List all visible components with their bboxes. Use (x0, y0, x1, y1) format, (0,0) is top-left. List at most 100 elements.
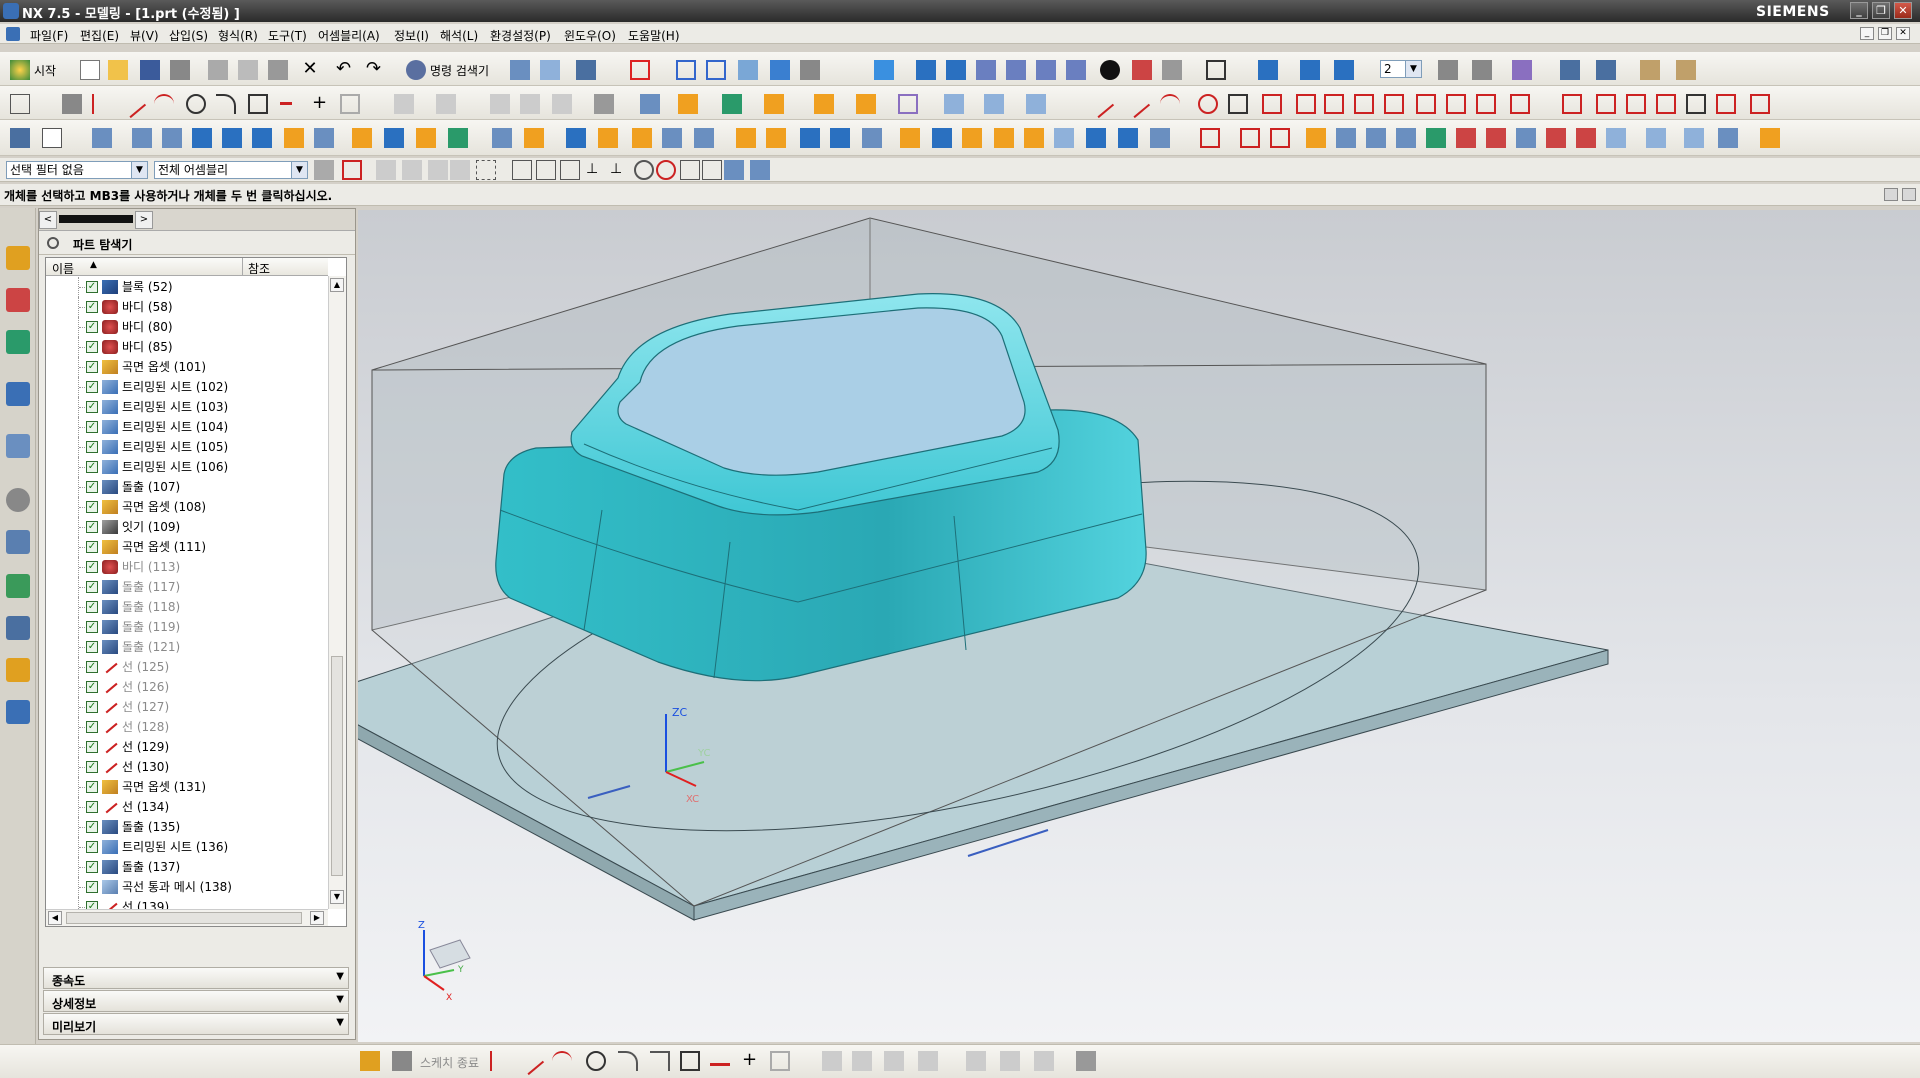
pocket-icon[interactable] (856, 94, 876, 114)
cue-expand-icon[interactable] (1902, 188, 1916, 201)
tree-row[interactable]: ✓ 선 (127) (46, 696, 328, 717)
visibility-checkbox[interactable]: ✓ (86, 361, 98, 373)
surface-through-curves-icon[interactable] (900, 128, 920, 148)
tree-row[interactable]: ✓ 바디 (85) (46, 337, 328, 357)
visibility-checkbox[interactable]: ✓ (86, 541, 98, 553)
visibility-checkbox[interactable]: ✓ (86, 401, 98, 413)
fillet-sketch-icon[interactable] (216, 94, 236, 114)
offset-curve-tool-icon[interactable] (1562, 94, 1582, 114)
arc-circle-icon[interactable] (1160, 94, 1180, 114)
edit-delete-face-icon[interactable] (1684, 128, 1704, 148)
pin-icon[interactable] (47, 237, 59, 249)
ellipse-icon[interactable] (1296, 94, 1316, 114)
tree-scroll-thumb[interactable] (331, 656, 343, 876)
feature-cone-icon[interactable] (252, 128, 272, 148)
surface-n-sided-icon[interactable] (994, 128, 1014, 148)
zoom-icon[interactable] (676, 60, 696, 80)
sketch-extend-icon[interactable] (852, 1051, 872, 1071)
view-right-icon[interactable] (1036, 60, 1056, 80)
edit-resize-face-icon[interactable] (1760, 128, 1780, 148)
synchronous-icon[interactable] (1596, 60, 1616, 80)
bridge-curve-icon[interactable] (1416, 94, 1436, 114)
section-icon[interactable] (1132, 60, 1152, 80)
wcs-origin-icon[interactable] (1300, 60, 1320, 80)
snap-on-curve-icon[interactable] (702, 160, 722, 180)
fillet-curve-icon[interactable] (1656, 94, 1676, 114)
visibility-checkbox[interactable]: ✓ (86, 701, 98, 713)
system-scenes-icon[interactable] (6, 700, 30, 724)
revolve-icon[interactable] (678, 94, 698, 114)
edit-i-form-icon[interactable] (1336, 128, 1356, 148)
visibility-checkbox[interactable]: ✓ (86, 761, 98, 773)
save-icon[interactable] (140, 60, 160, 80)
general-selection-icon[interactable] (314, 160, 334, 180)
tree-row[interactable]: ✓ 곡면 옵셋 (108) (46, 497, 328, 517)
panel-preview[interactable]: 미리보기 ▼ (43, 1013, 349, 1035)
start-icon[interactable] (10, 60, 30, 80)
rectangle-icon[interactable] (248, 94, 268, 114)
copy-icon[interactable] (238, 60, 258, 80)
edit-join-face-icon[interactable] (1486, 128, 1506, 148)
visibility-checkbox[interactable]: ✓ (86, 421, 98, 433)
constraint-navigator-icon[interactable] (6, 288, 30, 312)
doc-restore-icon[interactable]: ❐ (1878, 27, 1892, 40)
snap-bounded-icon[interactable] (750, 160, 770, 180)
print-icon[interactable] (170, 60, 190, 80)
edit-replace-icon[interactable] (1516, 128, 1536, 148)
sketch-fillet-icon[interactable] (618, 1051, 638, 1071)
visibility-checkbox[interactable]: ✓ (86, 821, 98, 833)
datum-icon[interactable] (722, 94, 742, 114)
feature-revolve-icon[interactable] (132, 128, 152, 148)
visibility-checkbox[interactable]: ✓ (86, 301, 98, 313)
visibility-checkbox[interactable]: ✓ (86, 341, 98, 353)
lasso-icon[interactable] (476, 160, 496, 180)
tree-row[interactable]: ✓ 돌출 (137) (46, 857, 328, 877)
redo-icon[interactable]: ↷ (366, 60, 386, 80)
sketch-spline-icon[interactable] (710, 1063, 730, 1066)
tree-row[interactable]: ✓ 돌출 (117) (46, 577, 328, 597)
graphics-window[interactable]: ZC YC XC Z Y X (306, 210, 1920, 1042)
sketch-arc-icon[interactable] (552, 1051, 572, 1071)
history-icon[interactable] (6, 488, 30, 512)
point-icon[interactable]: + (312, 94, 332, 114)
make-corner-icon[interactable] (490, 94, 510, 114)
mesh-tool-icon[interactable] (984, 94, 1004, 114)
intersect-curve-icon[interactable] (1510, 94, 1530, 114)
selection-filter-select[interactable]: 선택 필터 없음 ▼ (6, 161, 148, 179)
menu-edit[interactable]: 편집(E) (80, 27, 119, 44)
tree-row[interactable]: ✓ 선 (130) (46, 756, 328, 777)
quick-trim-icon[interactable] (394, 94, 414, 114)
surface-offset-icon[interactable] (1118, 128, 1138, 148)
sketch-dimension-icon[interactable] (1000, 1051, 1020, 1071)
tree-row[interactable]: ✓ 돌출 (107) (46, 477, 328, 497)
snap-view-icon[interactable] (510, 60, 530, 80)
chamfer-curve-icon[interactable] (1686, 94, 1706, 114)
edit-x-form-icon[interactable] (1306, 128, 1326, 148)
boss-icon[interactable] (814, 94, 834, 114)
tree-row[interactable]: ✓ 선 (126) (46, 676, 328, 697)
view-trimetric-icon[interactable] (916, 60, 936, 80)
paste-icon[interactable] (268, 60, 288, 80)
document-icon[interactable] (6, 27, 20, 41)
finish-sketch-button[interactable]: 스케치 종료 (420, 1054, 479, 1071)
menu-assemblies[interactable]: 어셈블리(A) (318, 27, 380, 44)
hd3d-icon[interactable] (6, 434, 30, 458)
studio-spline-icon[interactable] (280, 102, 292, 105)
menu-tools[interactable]: 도구(T) (268, 27, 307, 44)
cut-icon[interactable] (208, 60, 228, 80)
point-set-icon[interactable] (1198, 94, 1218, 114)
feature-shell-icon[interactable] (492, 128, 512, 148)
feature-intersect-icon[interactable] (448, 128, 468, 148)
work-layer-select[interactable]: 2 ▼ (1380, 60, 1422, 78)
shaded-icon[interactable] (874, 60, 894, 80)
tree-row[interactable]: ✓ 바디 (80) (46, 317, 328, 337)
menu-help[interactable]: 도움말(H) (628, 27, 680, 44)
sheet-icon[interactable] (42, 128, 62, 148)
tree-hscroll-thumb[interactable] (66, 912, 302, 924)
sketch-offset-icon[interactable] (918, 1051, 938, 1071)
sketch-circle-icon[interactable] (586, 1051, 606, 1071)
feature-thicken-icon[interactable] (800, 128, 820, 148)
offset-curve-icon[interactable] (520, 94, 540, 114)
body-rule-icon[interactable] (450, 160, 470, 180)
snap-intersect-icon[interactable]: ⊥ (586, 160, 606, 180)
